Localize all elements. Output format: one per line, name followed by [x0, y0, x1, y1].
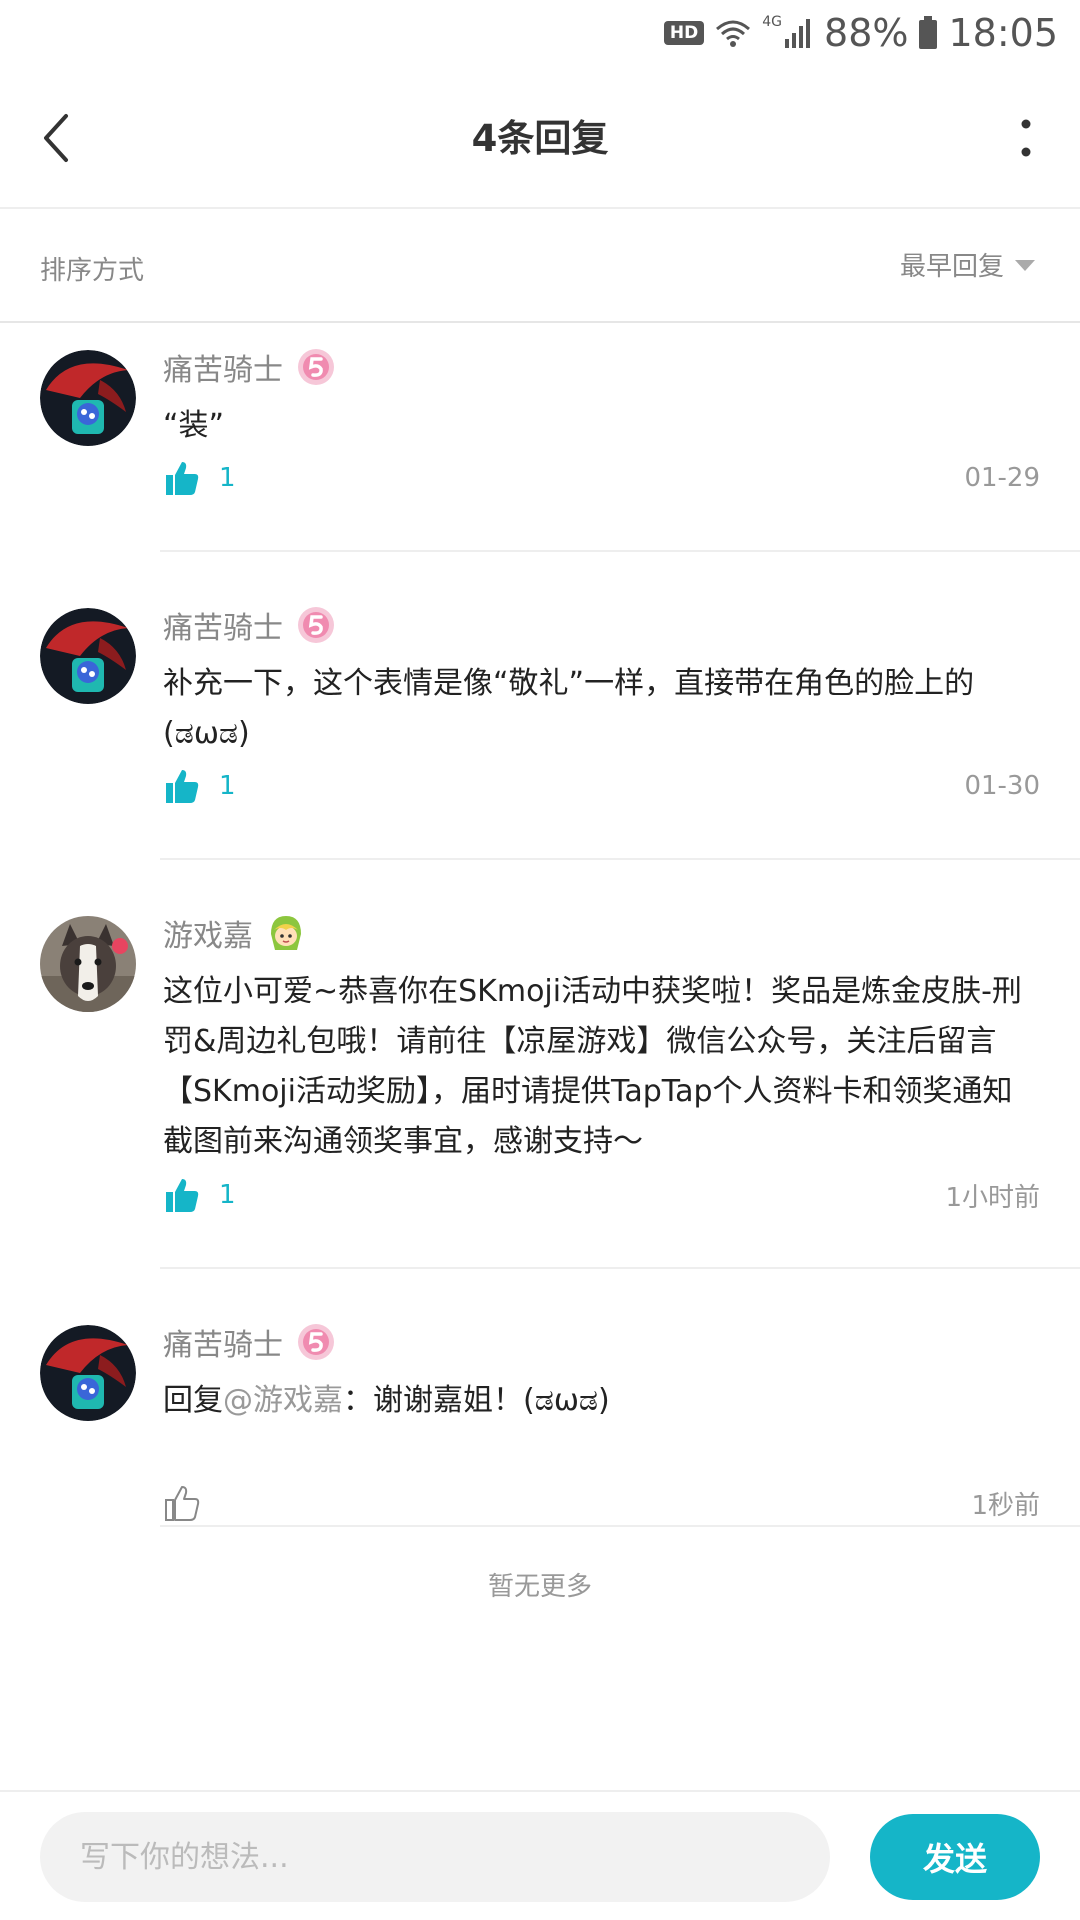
reply-content: 补充一下，这个表情是像“敬礼”一样，直接带在角色的脸上的 (ಡωಡ) [163, 666, 975, 751]
reply-footer: 1 01-29 [163, 456, 1040, 500]
sort-bar: 排序方式 最早回复 [0, 209, 1080, 323]
header: 4条回复 [0, 66, 1080, 209]
like-count: 1 [219, 1180, 236, 1210]
page-title: 4条回复 [471, 117, 609, 160]
reply-content: 这位小可爱~恭喜你在SKmoji活动中获奖啦！奖品是炼金皮肤-刑罚&周边礼包哦！… [163, 974, 1022, 1159]
reply-time: 1小时前 [945, 1182, 1040, 1213]
battery-icon [919, 16, 938, 49]
name-row: 痛苦骑士 [163, 603, 1040, 647]
more-vertical-icon[interactable] [1016, 116, 1036, 160]
divider [160, 858, 1080, 860]
avatar[interactable] [40, 350, 136, 446]
send-button[interactable]: 发送 [870, 1814, 1040, 1900]
reply-content: “装” [163, 408, 225, 443]
username[interactable]: 游戏嘉 [163, 911, 253, 955]
reply-prefix: 回复 [163, 1383, 223, 1418]
no-more-text: 暂无更多 [487, 1572, 592, 1602]
reply-text: ：谢谢嘉姐！(ಡωಡ) [343, 1383, 610, 1418]
battery-percent: 88% [824, 11, 909, 55]
sort-value: 最早回复 [899, 252, 1004, 282]
divider [160, 1267, 1080, 1269]
level-5-badge-icon [298, 1324, 334, 1360]
green-hair-character-badge-icon [271, 916, 301, 950]
username[interactable]: 痛苦骑士 [163, 345, 283, 389]
thumbs-up-icon[interactable] [163, 767, 201, 805]
comment-input[interactable] [40, 1812, 830, 1902]
dark-character-avatar-icon [40, 1325, 136, 1421]
avatar[interactable] [40, 1325, 136, 1421]
reply-body: 痛苦骑士 “装” [163, 347, 1040, 451]
divider [160, 1525, 1080, 1527]
dog-photo-avatar-icon [40, 916, 136, 1012]
name-row: 游戏嘉 [163, 911, 1040, 955]
username[interactable]: 痛苦骑士 [163, 1320, 283, 1364]
thumbs-up-icon[interactable] [163, 1176, 201, 1214]
name-row: 痛苦骑士 [163, 345, 1040, 389]
thumbs-up-outline-icon[interactable] [163, 1484, 201, 1522]
wifi-icon [716, 20, 751, 47]
like-count: 1 [219, 463, 236, 493]
reply-footer: 1秒前 [163, 1481, 1040, 1525]
caret-down-icon [1015, 259, 1035, 271]
status-bar-right: HD 4G 88% 18:05 [663, 10, 1058, 56]
sort-label: 排序方式 [40, 256, 145, 286]
reply-body: 痛苦骑士 回复@游戏嘉：谢谢嘉姐！(ಡωಡ) [163, 1322, 1040, 1426]
sort-dropdown[interactable]: 最早回复 [900, 246, 1036, 283]
reply-time: 01-29 [964, 463, 1040, 493]
dark-character-avatar-icon [40, 608, 136, 704]
reply-body: 游戏嘉 这位小可爱~恭喜你在SKmoji活动中获奖啦！奖品是炼金皮肤-刑罚&周边… [163, 913, 1040, 1167]
dark-character-avatar-icon [40, 350, 136, 446]
divider [160, 550, 1080, 552]
network-type-label: 4G [762, 14, 783, 30]
status-bar: HD 4G 88% 18:05 [0, 0, 1080, 66]
reply-body: 痛苦骑士 补充一下，这个表情是像“敬礼”一样，直接带在角色的脸上的 (ಡωಡ) [163, 605, 1040, 759]
like-count: 1 [219, 771, 236, 801]
level-5-badge-icon [298, 349, 334, 385]
reply-footer: 1 01-30 [163, 764, 1040, 808]
avatar[interactable] [40, 916, 136, 1012]
reply-time: 1秒前 [971, 1490, 1040, 1521]
avatar[interactable] [40, 608, 136, 704]
comment-composer: 发送 [0, 1790, 1080, 1920]
hd-badge: HD [663, 21, 705, 45]
reply-footer: 1 1小时前 [163, 1173, 1040, 1217]
thumbs-up-icon[interactable] [163, 459, 201, 497]
mention-link[interactable]: @游戏嘉 [223, 1383, 343, 1418]
name-row: 痛苦骑士 [163, 1320, 1040, 1364]
reply-time: 01-30 [964, 771, 1040, 801]
level-5-badge-icon [298, 607, 334, 643]
reply-content: 回复@游戏嘉：谢谢嘉姐！(ಡωಡ) [163, 1376, 1040, 1426]
clock: 18:05 [948, 11, 1058, 55]
signal-icon [785, 19, 811, 48]
username[interactable]: 痛苦骑士 [163, 603, 283, 647]
